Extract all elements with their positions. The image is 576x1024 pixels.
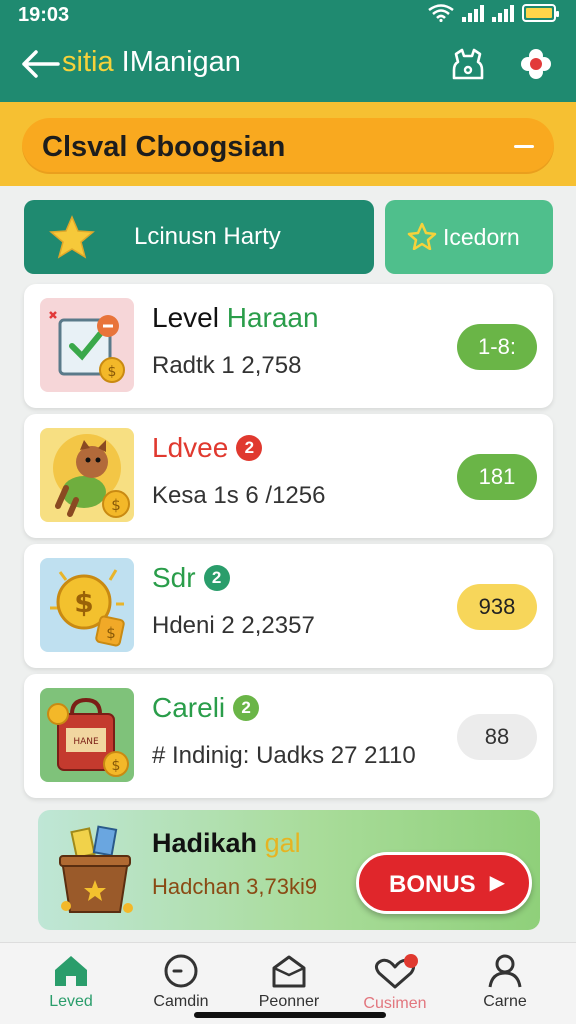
nav-label: Peonner — [258, 993, 320, 1010]
nav-label: Camdin — [153, 993, 209, 1010]
svg-text:$: $ — [74, 586, 93, 619]
tab-primary-label: Lcinusn Harty — [134, 223, 281, 250]
notification-badge: 2 — [233, 695, 260, 721]
clock-icon — [164, 954, 198, 988]
card-title: Careli 2 — [152, 692, 260, 724]
house-outline-icon — [272, 955, 306, 988]
bonus-card[interactable]: Hadikah gal Hadchan 3,73ki9 BONUS ▶ — [38, 810, 540, 930]
nav-item-camdin[interactable]: Camdin — [126, 951, 236, 1021]
nav-item-cusimen[interactable]: Cusimen — [340, 951, 450, 1021]
collapse-dash-icon[interactable] — [514, 145, 534, 148]
list-card-ldvee[interactable]: $ Ldvee 2 Kesa 1s 6 /1256 181 — [24, 414, 553, 538]
home-indicator[interactable] — [194, 1012, 386, 1018]
banner-title: Clsval Cboogsian — [42, 131, 286, 163]
svg-text:$: $ — [106, 624, 116, 642]
value-pill[interactable]: 1-8: — [457, 324, 537, 370]
card-title: Level Haraan — [152, 302, 319, 334]
nav-label: Cusimen — [363, 995, 427, 1012]
nav-label: Carne — [483, 993, 527, 1010]
status-time: 19:03 — [18, 4, 70, 26]
nav-item-carne[interactable]: Carne — [450, 951, 560, 1021]
app-header: 19:03 sitia IManigan — [0, 0, 576, 102]
star-outline-icon — [407, 222, 437, 250]
page-title: sitia IManigan — [62, 46, 241, 79]
nav-item-peonner[interactable]: Peonner — [234, 951, 344, 1021]
star-icon — [49, 215, 95, 259]
signal-icon — [462, 4, 484, 22]
card-subtitle: # Indinig: Uadks 27 2110 — [152, 742, 416, 769]
back-arrow-icon[interactable] — [18, 44, 62, 84]
notification-badge: 2 — [203, 565, 230, 591]
signal-icon-2 — [492, 4, 514, 22]
heart-message-icon — [374, 954, 418, 989]
money-bag-icon: HANE $ — [40, 688, 134, 782]
card-title: Sdr 2 — [152, 562, 230, 594]
battery-icon — [522, 4, 559, 22]
svg-text:$: $ — [111, 496, 121, 514]
card-title: Ldvee 2 — [152, 432, 263, 464]
card-subtitle: Hdeni 2 2,2357 — [152, 612, 315, 639]
banner-pill[interactable]: Clsval Cboogsian — [22, 118, 554, 174]
card-subtitle: Radtk 1 2,758 — [152, 352, 302, 379]
svg-text:HANE: HANE — [73, 737, 99, 747]
bonus-subtitle: Hadchan 3,73ki9 — [152, 874, 318, 899]
title-main: IManigan — [121, 46, 241, 78]
bonus-title-main: Hadikah — [152, 828, 258, 858]
card-title-main: Sdr — [152, 562, 196, 593]
svg-text:$: $ — [108, 364, 117, 380]
tab-secondary-label: Icedorn — [443, 224, 520, 250]
bonus-title-accent: gal — [264, 828, 301, 858]
nav-label: Leved — [49, 993, 93, 1010]
coin-icon: $ $ — [40, 558, 134, 652]
value-pill[interactable]: 181 — [457, 454, 537, 500]
card-title-main: Careli — [152, 692, 226, 723]
card-title-accent: Haraan — [226, 302, 319, 333]
svg-text:$: $ — [112, 758, 121, 774]
value-pill[interactable]: 88 — [457, 714, 537, 760]
nav-item-leved[interactable]: Leved — [16, 951, 126, 1021]
tab-secondary[interactable]: Icedorn — [385, 200, 553, 274]
person-icon — [488, 954, 522, 988]
title-bar: sitia IManigan — [0, 36, 576, 92]
bag-icon[interactable] — [448, 44, 488, 84]
bonus-title: Hadikah gal — [152, 828, 301, 859]
status-bar: 19:03 — [0, 0, 576, 30]
list-card-careli[interactable]: HANE $ Careli 2 # Indinig: Uadks 27 2110 … — [24, 674, 553, 798]
dog-icon: $ — [40, 428, 134, 522]
banner-section: Clsval Cboogsian — [0, 102, 576, 186]
treasure-bucket-icon — [59, 825, 133, 913]
bonus-button-label: BONUS — [389, 871, 476, 898]
tab-primary[interactable]: Lcinusn Harty — [24, 200, 374, 274]
card-subtitle: Kesa 1s 6 /1256 — [152, 482, 326, 509]
list-card-sdr[interactable]: $ $ Sdr 2 Hdeni 2 2,2357 938 — [24, 544, 553, 668]
card-title-main: Level — [152, 302, 219, 333]
value-pill[interactable]: 938 — [457, 584, 537, 630]
card-title-main: Ldvee — [152, 432, 229, 463]
wifi-icon — [428, 4, 454, 22]
home-icon — [55, 956, 87, 986]
status-icons — [428, 4, 559, 22]
notification-badge: 2 — [236, 435, 263, 461]
checklist-icon: $ — [40, 298, 134, 392]
list-card-level[interactable]: $ Level Haraan Radtk 1 2,758 1-8: — [24, 284, 553, 408]
flower-icon[interactable] — [516, 44, 556, 84]
bonus-button[interactable]: BONUS ▶ — [356, 852, 532, 914]
play-arrow-icon: ▶ — [489, 872, 505, 894]
title-accent: sitia — [62, 46, 114, 78]
